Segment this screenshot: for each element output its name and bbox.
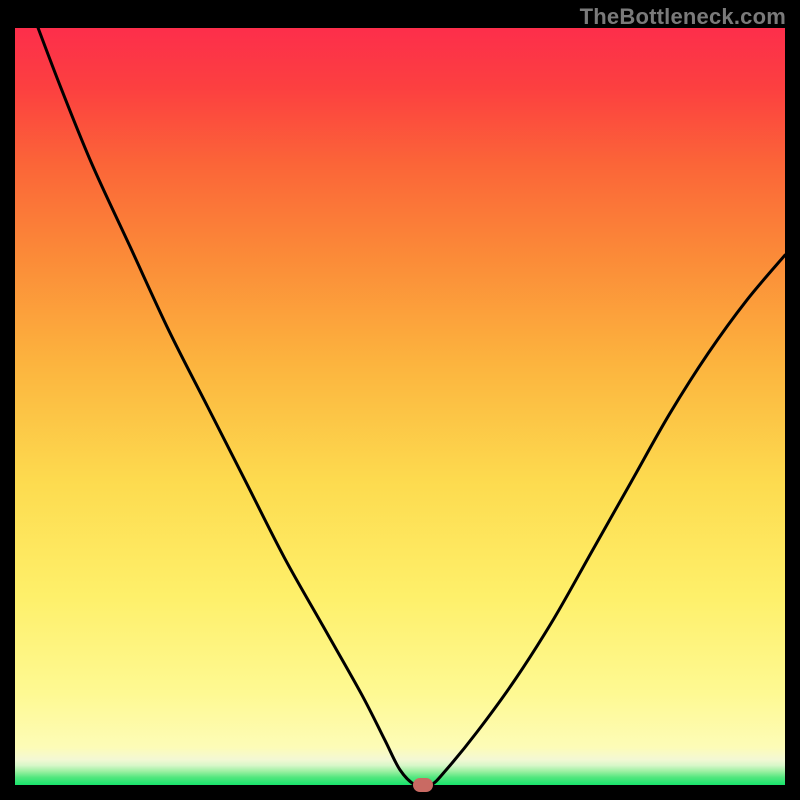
optimum-marker [413, 778, 433, 792]
watermark-text: TheBottleneck.com [580, 4, 786, 30]
curve-path [38, 28, 785, 785]
bottleneck-curve [15, 28, 785, 785]
chart-frame: TheBottleneck.com [0, 0, 800, 800]
